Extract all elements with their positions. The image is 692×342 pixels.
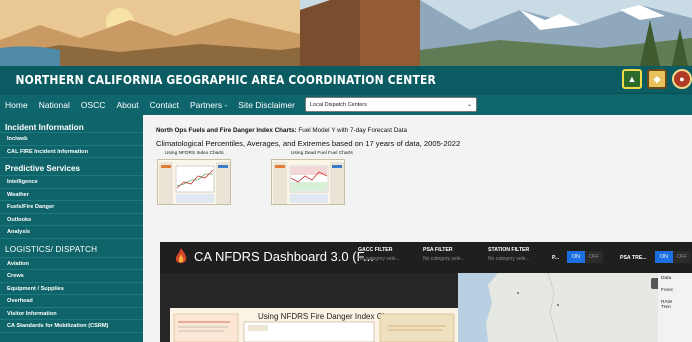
sidebar-item-csrm[interactable]: CA Standards for Mobilization (CSRM) bbox=[0, 320, 143, 333]
gacc-filter-label: GACC FILTER bbox=[358, 247, 393, 253]
dashboard-header: CA NFDRS Dashboard 3.0 (F... GACC FILTER… bbox=[160, 242, 692, 273]
side-label-forecast: Forec bbox=[661, 288, 674, 293]
sidebar-heading-predictive: Predictive Services bbox=[0, 162, 143, 176]
sidebar-item-inciweb[interactable]: Inciweb bbox=[0, 133, 143, 146]
sidebar-heading-logistics: LOGISTICS/ DISPATCH bbox=[0, 242, 143, 258]
dashboard-map[interactable] bbox=[458, 273, 658, 342]
sidebar-item-outlooks[interactable]: Outlooks bbox=[0, 214, 143, 226]
toggle1-switch[interactable]: ON OFF bbox=[567, 251, 603, 263]
nav-contact[interactable]: Contact bbox=[150, 100, 179, 110]
landscape-illustration bbox=[0, 0, 692, 66]
thumb-nfdrs-label[interactable]: Using NFDRS Index Charts bbox=[165, 151, 224, 156]
gacc-filter-value: No category sele... bbox=[358, 256, 400, 262]
sidebar-item-overhead[interactable]: Overhead bbox=[0, 295, 143, 308]
toggle2-label: PSA TRE... bbox=[620, 255, 647, 261]
psa-filter[interactable]: PSA FILTER No category sele... bbox=[423, 247, 465, 262]
local-dispatch-select[interactable]: Local Dispatch Centers ⌄ bbox=[304, 97, 477, 112]
thumb-nfdrs-index-charts[interactable] bbox=[157, 159, 231, 205]
toggle2-on[interactable]: ON bbox=[655, 251, 673, 263]
thumb-dead-fuel-label[interactable]: Using Dead Fuel Fuel Charts bbox=[291, 151, 353, 156]
sidebar-item-crews[interactable]: Crews bbox=[0, 270, 143, 283]
site-title-bar: NORTHERN CALIFORNIA GEOGRAPHIC AREA COOR… bbox=[0, 66, 692, 93]
dashboard-side-panel: Data Forec RAW Tren bbox=[658, 273, 692, 342]
dashboard-chart-panel: Using NFDRS Fire Danger Index Charts bbox=[160, 273, 458, 342]
charts-intro: North Ops Fuels and Fire Danger Index Ch… bbox=[156, 127, 407, 134]
calfire-badge-icon[interactable]: ● bbox=[672, 69, 692, 89]
main-nav: Home National OSCC About Contact Partner… bbox=[0, 93, 692, 115]
nav-about[interactable]: About bbox=[116, 100, 138, 110]
agency-logos: ▲ ◆ ● bbox=[622, 69, 692, 89]
side-label-data: Data bbox=[661, 276, 672, 281]
dead-fuel-chart-thumbnail bbox=[273, 162, 344, 204]
nfdrs-index-poster[interactable]: Using NFDRS Fire Danger Index Charts bbox=[170, 308, 458, 342]
sidebar-item-equipment[interactable]: Equipment / Supplies bbox=[0, 283, 143, 295]
side-label-trend: Tren bbox=[661, 305, 671, 310]
station-filter-value: No category sele... bbox=[488, 256, 530, 262]
station-filter[interactable]: STATION FILTER No category sele... bbox=[488, 247, 530, 262]
dashboard-body: Using NFDRS Fire Danger Index Charts Dat… bbox=[160, 273, 692, 342]
sidebar-item-visitor-info[interactable]: Visitor Information bbox=[0, 308, 143, 320]
toggle1-off[interactable]: OFF bbox=[585, 251, 603, 263]
calfire-flame-icon bbox=[175, 248, 187, 263]
local-dispatch-select-value: Local Dispatch Centers bbox=[309, 101, 367, 108]
nfdrs-chart-thumbnail bbox=[159, 162, 230, 204]
usfs-shield-icon[interactable]: ▲ bbox=[622, 69, 642, 89]
sidebar-item-fuels[interactable]: Fuels/Fire Danger bbox=[0, 201, 143, 214]
nav-site-disclaimer[interactable]: Site Disclaimer bbox=[238, 100, 295, 110]
gacc-filter[interactable]: GACC FILTER No category sele... bbox=[358, 247, 400, 262]
pacific-northwest-map bbox=[458, 273, 658, 342]
toggle1-on[interactable]: ON bbox=[567, 251, 585, 263]
nav-national[interactable]: National bbox=[39, 100, 70, 110]
main-content: North Ops Fuels and Fire Danger Index Ch… bbox=[143, 115, 692, 342]
sidebar-item-analysis[interactable]: Analysis bbox=[0, 226, 143, 239]
dashboard-title: CA NFDRS Dashboard 3.0 (F... bbox=[194, 249, 374, 264]
header-banner bbox=[0, 0, 692, 66]
toggle2-switch[interactable]: ON OFF bbox=[655, 251, 691, 263]
blm-badge-icon[interactable]: ◆ bbox=[647, 69, 667, 89]
toggle1-label: P... bbox=[552, 255, 560, 261]
chevron-down-icon: ⌄ bbox=[466, 102, 472, 108]
nav-oscc[interactable]: OSCC bbox=[81, 100, 106, 110]
nav-home[interactable]: Home bbox=[5, 100, 28, 110]
sidebar: Incident Information Inciweb CAL FIRE In… bbox=[0, 115, 143, 342]
poster-graphics bbox=[173, 313, 455, 342]
charts-intro-rest: Fuel Model Y with 7-day Forecast Data bbox=[296, 127, 408, 134]
site-title[interactable]: NORTHERN CALIFORNIA GEOGRAPHIC AREA COOR… bbox=[0, 72, 436, 87]
charts-intro-bold: North Ops Fuels and Fire Danger Index Ch… bbox=[156, 127, 297, 134]
sidebar-item-aviation[interactable]: Aviation bbox=[0, 258, 143, 270]
psa-filter-value: No category sele... bbox=[423, 256, 465, 262]
thumb-dead-fuel-charts[interactable] bbox=[271, 159, 345, 205]
sidebar-item-weather[interactable]: Weather bbox=[0, 189, 143, 201]
nfdrs-dashboard-embed[interactable]: CA NFDRS Dashboard 3.0 (F... GACC FILTER… bbox=[160, 242, 692, 342]
psa-filter-label: PSA FILTER bbox=[423, 247, 453, 253]
station-filter-label: STATION FILTER bbox=[488, 247, 530, 253]
sidebar-heading-incident: Incident Information bbox=[0, 115, 143, 133]
toggle2-off[interactable]: OFF bbox=[673, 251, 691, 263]
nav-partners-dropdown[interactable]: Partners - bbox=[190, 100, 227, 110]
charts-subintro: Climatological Percentiles, Averages, an… bbox=[156, 139, 461, 148]
sidebar-item-calfire-incident[interactable]: CAL FIRE Incident Information bbox=[0, 146, 143, 158]
sidebar-item-intelligence[interactable]: Intelligence bbox=[0, 176, 143, 189]
